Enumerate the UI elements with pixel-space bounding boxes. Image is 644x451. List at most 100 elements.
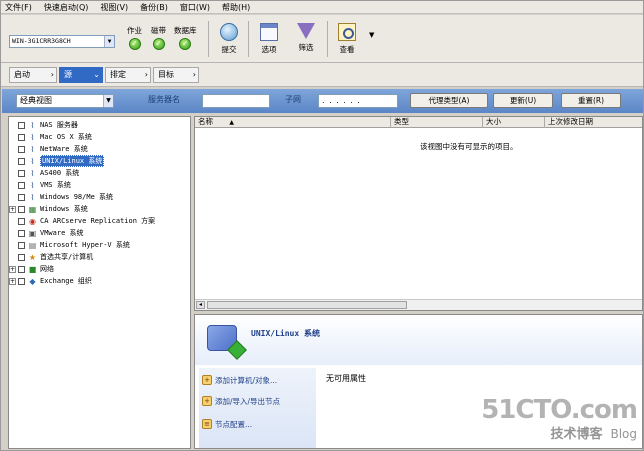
tree-item-windows[interactable]: + ▦ Windows 系统 (9, 203, 88, 215)
options-label: 选项 (261, 45, 277, 54)
tab-source-label: 源 (64, 70, 72, 79)
tree-checkbox[interactable] (18, 157, 25, 165)
tab-start[interactable]: 启动 › (9, 67, 57, 83)
network-icon: ■ (28, 264, 37, 274)
server-select[interactable]: WIN-3G1CRR3G8CH ▼ (9, 35, 115, 48)
add-computer-link[interactable]: + 添加计算机/对象... (202, 374, 277, 386)
status-tapes-label: 磁带 (151, 26, 166, 35)
reset-button[interactable]: 重置(R) (561, 93, 621, 108)
submit-label: 提交 (221, 45, 237, 54)
menu-view[interactable]: 视图(V) (100, 2, 128, 13)
tree-checkbox[interactable] (18, 253, 25, 261)
tree-item-replication[interactable]: ◉ CA ARCserve Replication 方案 (9, 215, 155, 227)
column-type[interactable]: 类型 (391, 117, 483, 128)
view-label: 查看 (339, 45, 355, 54)
tree-checkbox[interactable] (18, 217, 25, 225)
tree-checkbox[interactable] (18, 265, 25, 273)
win98-icon: ⌇ (30, 192, 35, 202)
tree-checkbox[interactable] (18, 241, 25, 249)
menu-help[interactable]: 帮助(H) (222, 2, 250, 13)
tree-item-vmware[interactable]: ▣ VMware 系统 (9, 227, 84, 239)
tree-item-mac[interactable]: ⌇ Mac OS X 系统 (9, 131, 92, 143)
wizard-navbar: 启动 › 源 ⌄ 排定 › 目标 › (1, 63, 643, 87)
tree-checkbox[interactable] (18, 193, 25, 201)
menu-file[interactable]: 文件(F) (5, 2, 32, 13)
menu-window[interactable]: 窗口(W) (180, 2, 210, 13)
task-panel: + 添加计算机/对象... + 添加/导入/导出节点 ≡ 节点配置... (199, 368, 316, 448)
add-computer-label: 添加计算机/对象... (215, 375, 278, 385)
tree-checkbox[interactable] (18, 277, 25, 285)
empty-list-message: 该视图中没有可显示的项目。 (420, 142, 518, 151)
view-button[interactable]: 查看 (331, 23, 363, 55)
tree-item-label: Exchange 组织 (40, 277, 92, 285)
chevron-down-icon[interactable]: ▼ (103, 95, 113, 107)
properties-title: UNIX/Linux 系统 (251, 329, 320, 338)
subnet-label: 子网 (285, 95, 301, 104)
tree-item-nas[interactable]: ⌇ NAS 服务器 (9, 119, 78, 131)
source-tree: ⌇ NAS 服务器 ⌇ Mac OS X 系统 ⌇ NetWare 系统 ⌇ U… (8, 116, 191, 449)
scroll-left-icon[interactable]: ◂ (196, 301, 205, 309)
expand-icon[interactable]: + (9, 277, 16, 285)
tree-checkbox[interactable] (18, 145, 25, 153)
submit-button[interactable]: 提交 (213, 23, 245, 55)
tab-schedule[interactable]: 排定 › (105, 67, 151, 83)
options-button[interactable]: 选项 (253, 23, 285, 55)
node-config-link[interactable]: ≡ 节点配置... (202, 418, 252, 430)
import-export-nodes-link[interactable]: + 添加/导入/导出节点 (202, 395, 280, 407)
view-icon (338, 23, 356, 41)
column-size[interactable]: 大小 (483, 117, 545, 128)
menu-backup[interactable]: 备份(B) (140, 2, 168, 13)
netware-icon: ⌇ (30, 144, 35, 154)
status-tapes[interactable]: 磁带 ✓ (151, 25, 166, 50)
horizontal-scrollbar[interactable]: ◂ (195, 299, 642, 310)
no-properties-text: 无可用属性 (326, 374, 366, 383)
share-icon: ★ (28, 252, 37, 262)
vms-icon: ⌇ (30, 180, 35, 190)
tree-checkbox[interactable] (18, 181, 25, 189)
column-modified[interactable]: 上次修改日期 (545, 117, 642, 128)
update-button[interactable]: 更新(U) (493, 93, 553, 108)
server-name-input[interactable] (202, 94, 270, 108)
menu-quick-start[interactable]: 快速启动(Q) (44, 2, 89, 13)
tree-item-unix-linux[interactable]: ⌇ UNIX/Linux 系统 (9, 155, 105, 167)
tree-item-as400[interactable]: ⌇ AS400 系统 (9, 167, 79, 179)
tree-item-preferred-shares[interactable]: ★ 首选共享/计算机 (9, 251, 93, 263)
tree-item-win98[interactable]: ⌇ Windows 98/Me 系统 (9, 191, 113, 203)
tree-checkbox[interactable] (18, 169, 25, 177)
tree-checkbox[interactable] (18, 133, 25, 141)
status-database[interactable]: 数据库 ✓ (174, 25, 197, 50)
column-name-label: 名称 (198, 117, 213, 126)
tab-destination[interactable]: 目标 › (153, 67, 199, 83)
server-select-value: WIN-3G1CRR3G8CH (12, 37, 71, 45)
tree-item-netware[interactable]: ⌇ NetWare 系统 (9, 143, 88, 155)
expand-icon[interactable]: + (9, 265, 16, 273)
chevron-down-icon[interactable]: ▼ (104, 36, 114, 47)
tab-source[interactable]: 源 ⌄ (59, 67, 103, 83)
toolbar-separator (208, 21, 209, 57)
app-window: 文件(F) 快速启动(Q) 视图(V) 备份(B) 窗口(W) 帮助(H) WI… (0, 0, 644, 451)
filter-button[interactable]: 筛选 (290, 23, 322, 53)
chevron-right-icon: › (144, 70, 148, 79)
agent-type-button[interactable]: 代理类型(A) (410, 93, 488, 108)
status-jobs[interactable]: 作业 ✓ (127, 25, 142, 50)
expand-icon[interactable]: + (9, 205, 16, 213)
view-dropdown-arrow-icon[interactable]: ▼ (369, 31, 374, 39)
tree-checkbox[interactable] (18, 205, 25, 213)
tree-checkbox[interactable] (18, 121, 25, 129)
scroll-thumb[interactable] (207, 301, 407, 309)
tree-item-network[interactable]: + ■ 网络 (9, 263, 54, 275)
tree-checkbox[interactable] (18, 229, 25, 237)
tree-item-hyperv[interactable]: ▤ Microsoft Hyper-V 系统 (9, 239, 130, 251)
column-name[interactable]: 名称 ▲ (195, 117, 391, 128)
view-mode-select[interactable]: 经典视图 ▼ (16, 94, 114, 108)
tree-item-exchange[interactable]: + ◆ Exchange 组织 (9, 275, 92, 287)
options-icon (260, 23, 278, 41)
tree-item-vms[interactable]: ⌇ VMS 系统 (9, 179, 71, 191)
subnet-input[interactable]: . . . . . . (318, 94, 398, 108)
